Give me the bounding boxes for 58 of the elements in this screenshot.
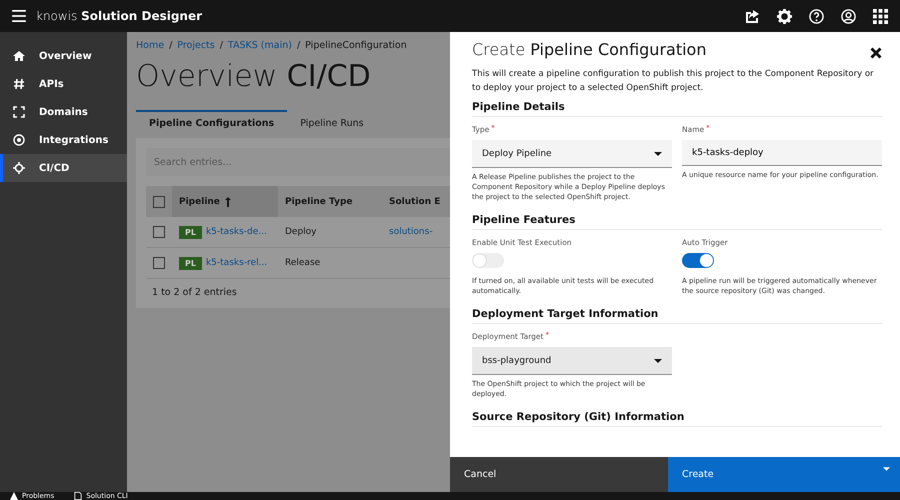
pipeline-tag: PL <box>179 256 202 270</box>
row-checkbox[interactable] <box>153 257 165 269</box>
caret-icon <box>654 358 662 362</box>
sidebar-item[interactable]: APIs <box>0 70 127 98</box>
target-icon <box>13 134 25 146</box>
panel-title: Create Pipeline Configuration <box>472 40 706 59</box>
toggle-switch[interactable] <box>472 253 504 268</box>
breadcrumb-separator: / <box>169 40 172 51</box>
cancel-button[interactable]: Cancel <box>450 457 668 492</box>
search-field[interactable]: Search entries... <box>146 148 450 176</box>
sidebar-item[interactable]: Integrations <box>0 126 127 154</box>
caret-icon <box>883 467 890 471</box>
app-grid-icon[interactable] <box>873 8 888 24</box>
section-heading: Deployment Target Information <box>472 308 882 324</box>
entries-count: 1 to 2 of 2 entries <box>151 286 238 298</box>
settings-icon[interactable] <box>777 8 792 24</box>
sidebar-item[interactable]: CI/CD <box>0 154 127 182</box>
pipeline-tag: PL <box>179 226 202 238</box>
pipeline-link[interactable]: k5-tasks-rel... <box>206 258 268 268</box>
breadcrumb-separator: / <box>296 40 300 51</box>
create-button[interactable]: Create <box>668 457 900 492</box>
tab[interactable]: Pipeline Configurations <box>136 110 288 136</box>
section-heading: Source Repository (Git) Information <box>472 411 882 427</box>
sidebar-item[interactable]: Overview <box>0 42 127 70</box>
column-header[interactable]: Pipeline <box>172 186 278 217</box>
app-name: knowis Solution Designer <box>36 9 202 23</box>
table-cell: Deploy <box>285 227 317 237</box>
name-input-field[interactable]: k5-tasks-deploy <box>682 140 882 166</box>
sidebar-item[interactable]: Domains <box>0 98 127 126</box>
home-icon <box>13 50 25 62</box>
page-title: Overview CI/CD <box>136 59 372 94</box>
checkbox[interactable] <box>153 196 165 208</box>
hash-icon <box>13 78 25 90</box>
tab[interactable]: Pipeline Runs <box>287 110 377 136</box>
toggle-switch[interactable] <box>682 253 714 268</box>
row-checkbox[interactable] <box>153 226 165 238</box>
caret-icon <box>654 152 662 156</box>
breadcrumb-separator: / <box>220 40 223 51</box>
document-icon <box>74 492 82 500</box>
dropdown[interactable]: bss-playground <box>472 347 672 375</box>
section-heading: Pipeline Features <box>472 214 882 230</box>
breadcrumb-link[interactable]: TASKS (main) <box>228 40 292 51</box>
dropdown[interactable]: Deploy Pipeline <box>472 140 672 168</box>
close-icon[interactable] <box>870 46 882 58</box>
help-icon[interactable] <box>809 8 824 24</box>
user-icon[interactable] <box>841 8 856 24</box>
panel-description: This will create a pipeline configuration to publish this project to the Component Repository or to deploy your project to a selected OpenShift project. <box>472 68 875 95</box>
breadcrumb-current: PipelineConfiguration <box>305 40 407 51</box>
section-heading: Pipeline Details <box>472 101 882 117</box>
pipeline-link[interactable]: k5-tasks-de... <box>206 227 267 237</box>
menu-icon[interactable] <box>12 10 26 22</box>
column-header[interactable]: Solution E <box>382 186 450 217</box>
column-header[interactable]: Pipeline Type <box>278 186 382 217</box>
share-icon[interactable] <box>744 8 760 24</box>
table-cell: Release <box>285 258 320 268</box>
brackets-icon <box>13 106 25 118</box>
crosshair-icon <box>13 162 25 174</box>
table-link[interactable]: solutions- <box>389 227 433 237</box>
